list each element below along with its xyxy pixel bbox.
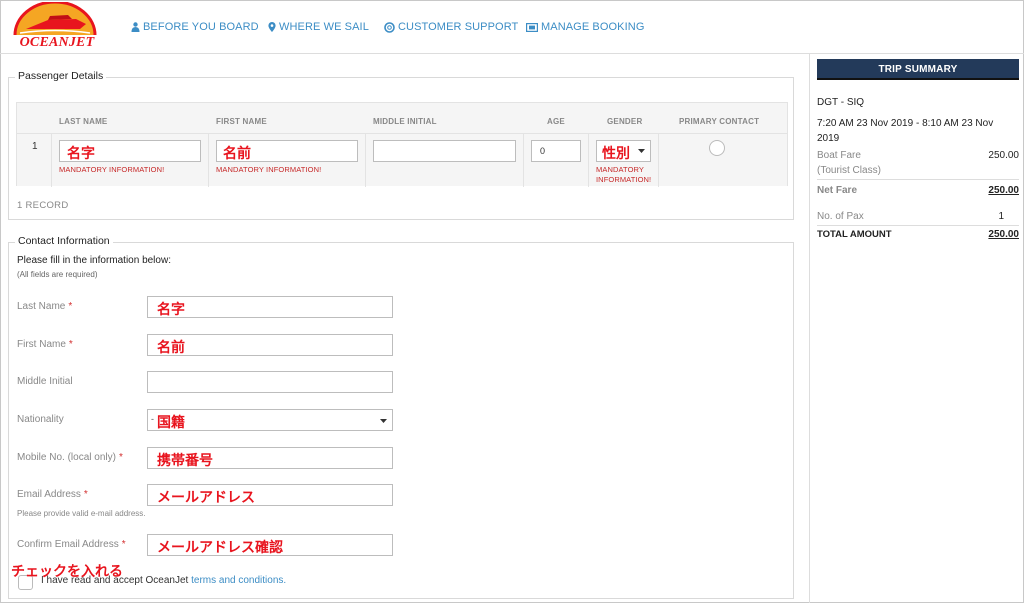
summary-divider (817, 225, 1019, 226)
contact-last-name-label: Last Name * (17, 301, 73, 312)
contact-last-name-input[interactable]: 名字 (147, 296, 393, 318)
first-name-input[interactable]: 名前 (216, 140, 358, 162)
first-name-error: MANDATORY INFORMATION! (216, 165, 322, 174)
gender-error-1: MANDATORY (596, 165, 644, 174)
contact-intro: Please fill in the information below: (17, 255, 171, 266)
contact-first-name-input[interactable]: 名前 (147, 334, 393, 356)
col-age: AGE (547, 117, 565, 126)
contact-information-legend: Contact Information (15, 235, 113, 247)
primary-contact-radio[interactable] (709, 140, 725, 156)
contact-first-name-label: First Name * (17, 339, 73, 350)
gender-error-2: INFORMATION! (596, 175, 652, 184)
chevron-down-icon (380, 419, 387, 423)
contact-mobile-input[interactable]: 携帯番号 (147, 447, 393, 469)
passenger-details-legend: Passenger Details (15, 70, 107, 82)
nav-where-we-sail[interactable]: WHERE WE SAIL (268, 21, 369, 33)
nav-label: MANAGE BOOKING (541, 21, 645, 33)
last-name-annotation: 名字 (67, 145, 95, 161)
col-first-name: FIRST NAME (216, 117, 267, 126)
contact-subintro: (All fields are required) (17, 270, 98, 279)
net-fare-label: Net Fare (817, 185, 858, 196)
nationality-prefix: - (151, 414, 154, 424)
last-name-error: MANDATORY INFORMATION! (59, 165, 165, 174)
col-gender: GENDER (607, 117, 643, 126)
nav-label: WHERE WE SAIL (279, 21, 369, 33)
contact-middle-initial-input[interactable] (147, 371, 393, 393)
contact-nationality-annotation: 国籍 (157, 414, 185, 430)
email-hint: Please provide valid e-mail address. (17, 509, 146, 518)
contact-mobile-label: Mobile No. (local only) * (17, 452, 123, 463)
nav-customer-support[interactable]: CUSTOMER SUPPORT (384, 21, 518, 33)
nav-manage-booking[interactable]: MANAGE BOOKING (526, 21, 644, 33)
trip-summary-header: TRIP SUMMARY (817, 59, 1019, 80)
table-row: 1 名字 MANDATORY INFORMATION! 名前 MANDATORY… (17, 133, 787, 187)
chevron-down-icon (638, 149, 645, 153)
oceanjet-logo[interactable]: OCEANJET (10, 0, 100, 52)
contact-first-name-annotation: 名前 (157, 339, 185, 355)
col-divider (51, 134, 52, 187)
contact-email-annotation: メールアドレス (157, 489, 255, 505)
contact-confirm-email-label: Confirm Email Address * (17, 539, 126, 550)
first-name-annotation: 名前 (223, 145, 251, 161)
total-amount-value: 250.00 (988, 229, 1019, 240)
contact-middle-initial-label: Middle Initial (17, 376, 73, 387)
boat-fare-value: 250.00 (988, 150, 1019, 161)
column-divider (809, 54, 810, 603)
middle-initial-input[interactable] (373, 140, 516, 162)
col-divider (365, 134, 366, 187)
col-middle-initial: MIDDLE INITIAL (373, 117, 437, 126)
life-ring-icon (384, 21, 395, 33)
map-pin-icon (268, 22, 276, 32)
terms-label: I have read and accept OceanJet terms an… (41, 575, 287, 586)
contact-last-name-annotation: 名字 (157, 301, 185, 317)
route: DGT - SIQ (817, 97, 865, 108)
age-input[interactable]: 0 (531, 140, 581, 162)
col-divider (588, 134, 589, 187)
terms-link[interactable]: terms and conditions. (191, 575, 286, 586)
ticket-icon (526, 22, 538, 32)
contact-nationality-select[interactable]: - 国籍 (147, 409, 393, 431)
person-icon (131, 22, 140, 32)
nav-label: BEFORE YOU BOARD (143, 21, 259, 33)
row-index: 1 (32, 141, 38, 152)
net-fare-value: 250.00 (988, 185, 1019, 196)
schedule-line-2: 2019 (817, 133, 840, 144)
contact-email-input[interactable]: メールアドレス (147, 484, 393, 506)
age-value: 0 (540, 146, 546, 156)
contact-mobile-annotation: 携帯番号 (157, 452, 213, 468)
pax-value: 1 (998, 211, 1004, 222)
contact-confirm-email-annotation: メールアドレス確認 (157, 539, 283, 555)
contact-information-panel (8, 242, 794, 599)
boat-fare-label: Boat Fare (817, 150, 861, 161)
gender-select[interactable]: 性別 (596, 140, 651, 162)
site-header: OCEANJET BEFORE YOU BOARD WHERE WE SAIL … (0, 0, 1024, 54)
record-count: 1 RECORD (17, 200, 69, 211)
nav-before-you-board[interactable]: BEFORE YOU BOARD (131, 21, 259, 33)
nav-label: CUSTOMER SUPPORT (398, 21, 519, 33)
pax-label: No. of Pax (817, 211, 864, 222)
logo-wordmark: OCEANJET (19, 35, 95, 50)
total-amount-label: TOTAL AMOUNT (817, 229, 892, 240)
col-last-name: LAST NAME (59, 117, 108, 126)
last-name-input[interactable]: 名字 (59, 140, 201, 162)
col-divider (523, 134, 524, 187)
summary-divider (817, 179, 1019, 180)
contact-confirm-email-input[interactable]: メールアドレス確認 (147, 534, 393, 556)
gender-annotation: 性別 (602, 145, 630, 161)
passenger-table: LAST NAME FIRST NAME MIDDLE INITIAL AGE … (16, 102, 788, 187)
col-divider (208, 134, 209, 187)
boat-fare-class: (Tourist Class) (817, 165, 881, 176)
col-primary-contact: PRIMARY CONTACT (679, 117, 760, 126)
schedule-line-1: 7:20 AM 23 Nov 2019 - 8:10 AM 23 Nov (817, 118, 994, 129)
contact-email-label: Email Address * (17, 489, 88, 500)
contact-nationality-label: Nationality (17, 414, 64, 425)
col-divider (658, 134, 659, 187)
